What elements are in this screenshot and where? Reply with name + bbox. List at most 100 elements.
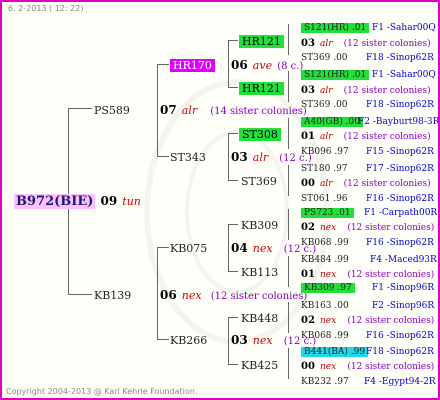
gen2-st343-info: 03 alr (12 c.) <box>231 149 312 166</box>
line <box>288 165 289 196</box>
gen4-4-bottom: KB068 .99 <box>301 238 349 248</box>
line <box>288 348 289 379</box>
gen4-1-bottom-origin: F18 -Sinop62R <box>366 100 434 110</box>
mother-trait: nex <box>181 289 202 302</box>
line <box>228 317 229 364</box>
pedigree-frame: 6. 2-2013 ( 12: 22) B972(BIE) 09 tun PS5… <box>0 0 440 400</box>
line <box>68 108 92 109</box>
gen4-1-top-origin: F1 -Sahar00Q <box>372 70 436 80</box>
line <box>157 156 169 157</box>
root-num: 09 <box>100 194 118 208</box>
line <box>228 87 238 88</box>
gen3-1[interactable]: HR121 <box>239 80 284 96</box>
gen4-0-top-origin-text: F1 -Sahar00Q <box>372 23 436 33</box>
line <box>288 24 289 55</box>
gen3-3-name[interactable]: ST369 <box>241 175 277 188</box>
gen2-kb075-num: 04 <box>231 241 248 255</box>
timestamp: 6. 2-2013 ( 12: 22) <box>8 4 84 13</box>
line <box>157 247 158 339</box>
gen2-hr170[interactable]: HR170 <box>170 57 215 73</box>
line <box>228 133 229 180</box>
gen3-7-name[interactable]: KB425 <box>241 359 278 372</box>
gen2-st343-name[interactable]: ST343 <box>170 151 206 164</box>
line <box>228 364 238 365</box>
line <box>157 64 169 65</box>
mother-info: 06 nex (12 sister colonies) <box>160 287 307 304</box>
line <box>157 247 169 248</box>
gen2-kb266[interactable]: KB266 <box>170 332 207 348</box>
gen4-2-bottom: KB096 .97 <box>301 147 349 157</box>
father-note: (14 sister colonies) <box>210 106 307 117</box>
gen3-1-name[interactable]: HR121 <box>239 82 284 95</box>
line <box>228 317 238 318</box>
father-name[interactable]: PS589 <box>94 104 130 117</box>
gen4-1-bottom: ST369 .00 <box>301 100 348 110</box>
line <box>157 64 158 156</box>
gen2-st343-trait: alr <box>252 151 269 164</box>
line <box>228 40 238 41</box>
gen3-3[interactable]: ST369 <box>241 173 277 189</box>
line <box>288 256 289 287</box>
gen4-6-bottom: KB068 .99 <box>301 331 349 341</box>
gen2-kb075-name[interactable]: KB075 <box>170 242 207 255</box>
father-num: 07 <box>160 103 177 117</box>
gen4-4-bottom-origin: F16 -Sinop62R <box>366 238 434 248</box>
line <box>228 133 238 134</box>
line <box>288 71 289 102</box>
gen2-st343-num: 03 <box>231 150 248 164</box>
gen4-5-bottom-origin: F1 -Sinop96R <box>372 283 435 293</box>
root-name[interactable]: B972(BIE) <box>14 194 96 209</box>
gen3-5[interactable]: KB113 <box>241 264 278 280</box>
gen2-kb075[interactable]: KB075 <box>170 240 207 256</box>
father-info: 07 alr (14 sister colonies) <box>160 102 307 119</box>
line <box>228 224 238 225</box>
gen2-hr170-note: (8 c.) <box>277 61 304 72</box>
mother-num: 06 <box>160 288 177 302</box>
gen3-2-name[interactable]: ST308 <box>239 128 281 141</box>
line <box>288 118 289 149</box>
gen3-0[interactable]: HR121 <box>239 33 284 49</box>
gen4-5-bottom: KB309 .97 <box>301 278 355 295</box>
gen4-6-bottom-origin: F16 -Sinop62R <box>366 331 434 341</box>
mother-node[interactable]: KB139 <box>94 287 131 303</box>
gen3-4[interactable]: KB309 <box>241 217 278 233</box>
line <box>228 180 238 181</box>
line <box>228 40 229 87</box>
line <box>68 294 92 295</box>
gen3-4-name[interactable]: KB309 <box>241 219 278 232</box>
line <box>157 339 169 340</box>
line <box>288 302 289 333</box>
gen4-2-bottom-origin: F15 -Sinop62R <box>366 147 434 157</box>
father-trait: alr <box>181 104 198 117</box>
mother-note: (12 sister colonies) <box>210 291 308 302</box>
gen4-7-bottom-origin: F4 -Egypt94-2R <box>364 377 436 387</box>
gen2-hr170-trait: ave <box>252 59 273 72</box>
root-trait: tun <box>122 195 141 208</box>
gen4-7-bottom: KB232 .97 <box>301 377 349 387</box>
gen4-0-top-origin: F1 -Sahar00Q <box>372 18 436 35</box>
gen3-2[interactable]: ST308 <box>239 126 281 142</box>
gen2-kb266-trait: nex <box>252 334 273 347</box>
gen2-hr170-name[interactable]: HR170 <box>170 59 215 72</box>
gen2-hr170-num: 06 <box>231 58 248 72</box>
gen4-0-bottom-name[interactable]: ST369 .00 <box>301 53 348 63</box>
line <box>288 209 289 240</box>
gen2-kb075-trait: nex <box>252 242 273 255</box>
gen3-7[interactable]: KB425 <box>241 357 278 373</box>
line <box>228 271 238 272</box>
gen3-6[interactable]: KB448 <box>241 310 278 326</box>
gen3-5-name[interactable]: KB113 <box>241 266 278 279</box>
gen2-st343[interactable]: ST343 <box>170 149 206 165</box>
gen2-kb266-num: 03 <box>231 333 248 347</box>
gen4-0-bottom: ST369 .00 <box>301 48 348 65</box>
gen2-hr170-info: 06 ave (8 c.) <box>231 57 303 74</box>
line <box>228 224 229 271</box>
gen3-0-name[interactable]: HR121 <box>239 35 284 48</box>
copyright: Copyright 2004-2013 @ Karl Kehrle Founda… <box>6 387 198 396</box>
gen2-kb266-name[interactable]: KB266 <box>170 334 207 347</box>
gen3-6-name[interactable]: KB448 <box>241 312 278 325</box>
mother-name[interactable]: KB139 <box>94 289 131 302</box>
root-node[interactable]: B972(BIE) 09 tun <box>14 193 141 209</box>
gen4-0-bottom-origin: F18 -Sinop62R <box>366 53 434 63</box>
father-node[interactable]: PS589 <box>94 102 130 118</box>
